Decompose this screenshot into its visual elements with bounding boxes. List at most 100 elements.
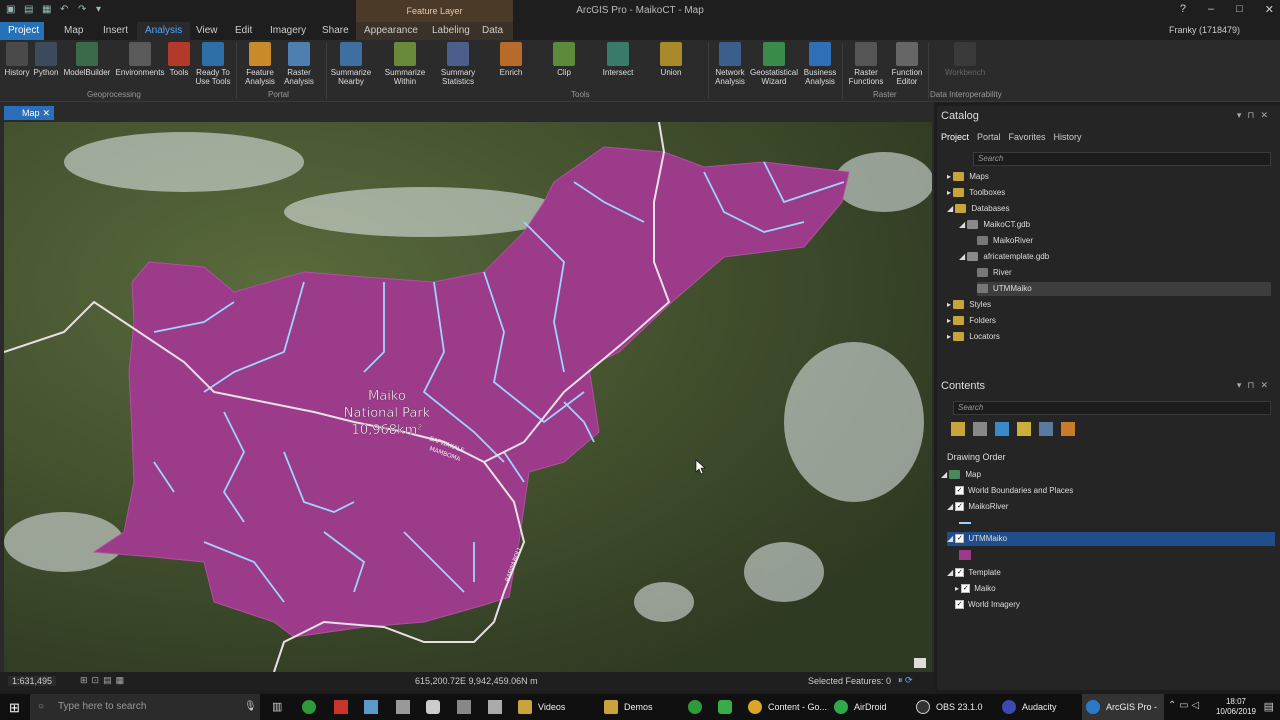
- taskbar-chrome[interactable]: Content - Go...: [744, 694, 828, 720]
- close-icon[interactable]: ✕: [42, 106, 50, 120]
- snapping-icon[interactable]: [1039, 422, 1053, 436]
- map-graphic[interactable]: Maiko National Park 10,968km² BAFWAKALE …: [4, 122, 932, 672]
- windows-start-icon[interactable]: ⊞: [9, 700, 20, 716]
- river-symbol[interactable]: [959, 522, 971, 524]
- taskbar-arcgis[interactable]: ArcGIS Pro - ...: [1082, 694, 1164, 720]
- catalog-item-maikoriver[interactable]: MaikoRiver: [977, 234, 1033, 248]
- layer-world-boundaries[interactable]: ✓ World Boundaries and Places: [955, 484, 1073, 498]
- taskbar-audacity[interactable]: Audacity: [998, 694, 1078, 720]
- layer-utmmaiko[interactable]: ◢ ✓ UTMMaiko: [947, 532, 1275, 546]
- microphone-icon[interactable]: 🎙: [244, 701, 257, 712]
- layer-map[interactable]: ◢ Map: [941, 468, 981, 482]
- history-button[interactable]: History: [3, 42, 31, 77]
- app-icon[interactable]: [426, 700, 440, 714]
- python-button[interactable]: Python: [32, 42, 60, 77]
- summarize-nearby-button[interactable]: Summarize Nearby: [330, 42, 372, 86]
- tab-edit[interactable]: Edit: [227, 22, 260, 40]
- app-icon[interactable]: [302, 700, 316, 714]
- summary-statistics-button[interactable]: Summary Statistics: [437, 42, 479, 86]
- geostatistical-wizard-button[interactable]: Geostatistical Wizard: [750, 42, 798, 86]
- tab-insert[interactable]: Insert: [95, 22, 136, 40]
- catalog-item-africatemplate-gdb[interactable]: ◢ africatemplate.gdb: [959, 250, 1049, 264]
- catalog-search-input[interactable]: Search: [973, 152, 1271, 166]
- app-icon[interactable]: [396, 700, 410, 714]
- scale-selector[interactable]: 1:631,495: [8, 676, 57, 686]
- minimize-button[interactable]: –: [1208, 3, 1214, 16]
- function-editor-button[interactable]: Function Editor: [888, 42, 926, 86]
- refresh-icon[interactable]: ⏸ ⟳: [898, 675, 913, 686]
- visibility-checkbox[interactable]: ✓: [955, 486, 964, 496]
- environments-button[interactable]: Environments: [114, 42, 166, 77]
- layer-world-imagery[interactable]: ✓ World Imagery: [955, 598, 1020, 612]
- catalog-item-toolboxes[interactable]: ▸ Toolboxes: [947, 186, 1005, 200]
- taskbar-demos[interactable]: Demos: [600, 694, 680, 720]
- map-tab[interactable]: Map ✕: [4, 106, 54, 120]
- raster-functions-button[interactable]: Raster Functions: [846, 42, 886, 86]
- app-icon[interactable]: [334, 700, 348, 714]
- tab-labeling[interactable]: Labeling: [424, 22, 474, 40]
- layer-template[interactable]: ◢ ✓ Template: [947, 566, 1001, 580]
- map-nav-tools-icon[interactable]: ⊞⊡▤▦: [80, 675, 128, 686]
- tab-map[interactable]: Map: [56, 22, 91, 40]
- catalog-tab-history[interactable]: History: [1054, 132, 1082, 142]
- task-view-icon[interactable]: ▥: [272, 700, 282, 713]
- data-source-icon[interactable]: [973, 422, 987, 436]
- visibility-checkbox[interactable]: ✓: [955, 568, 965, 578]
- app-icon[interactable]: [688, 700, 702, 714]
- catalog-item-utmmaiko[interactable]: UTMMaiko: [977, 282, 1271, 296]
- selected-features[interactable]: Selected Features: 0: [808, 676, 891, 686]
- close-button[interactable]: ✕: [1265, 3, 1274, 16]
- raster-analysis-button[interactable]: Raster Analysis: [280, 42, 318, 86]
- map-overview-icon[interactable]: [914, 658, 926, 668]
- workbench-button[interactable]: Workbench: [942, 42, 988, 77]
- taskbar-videos[interactable]: Videos: [514, 694, 594, 720]
- visibility-checkbox[interactable]: ✓: [961, 584, 971, 594]
- catalog-item-databases[interactable]: ◢ Databases: [947, 202, 1010, 216]
- summarize-within-button[interactable]: Summarize Within: [384, 42, 426, 86]
- app-icon[interactable]: [488, 700, 502, 714]
- modelbuilder-button[interactable]: ModelBuilder: [62, 42, 112, 77]
- visibility-checkbox[interactable]: ✓: [955, 600, 964, 610]
- map-canvas[interactable]: Maiko National Park 10,968km² BAFWAKALE …: [4, 122, 932, 672]
- tab-share[interactable]: Share: [314, 22, 357, 40]
- catalog-item-locators[interactable]: ▸ Locators: [947, 330, 1000, 344]
- taskbar-search-input[interactable]: ○ Type here to search: [30, 694, 260, 720]
- ready-to-use-tools-button[interactable]: Ready To Use Tools: [194, 42, 232, 86]
- network-analysis-button[interactable]: Network Analysis: [712, 42, 748, 86]
- catalog-tab-project[interactable]: Project: [941, 132, 969, 142]
- tab-imagery[interactable]: Imagery: [262, 22, 314, 40]
- app-icon[interactable]: [718, 700, 732, 714]
- catalog-item-maikoct-gdb[interactable]: ◢ MaikoCT.gdb: [959, 218, 1030, 232]
- help-icon[interactable]: ?: [1180, 3, 1186, 16]
- clip-button[interactable]: Clip: [550, 42, 578, 77]
- drawing-order-icon[interactable]: [951, 422, 965, 436]
- tab-analysis[interactable]: Analysis: [137, 22, 191, 40]
- layer-maiko[interactable]: ▸ ✓ Maiko: [955, 582, 996, 596]
- notifications-icon[interactable]: ▤: [1264, 700, 1274, 713]
- tab-view[interactable]: View: [188, 22, 226, 40]
- catalog-item-maps[interactable]: ▸ Maps: [947, 170, 989, 184]
- layer-maikoriver[interactable]: ◢ ✓ MaikoRiver: [947, 500, 1008, 514]
- tray-icons[interactable]: ⌃ ▭ ◁: [1168, 700, 1199, 711]
- feature-analysis-button[interactable]: Feature Analysis: [241, 42, 279, 86]
- union-button[interactable]: Union: [656, 42, 686, 77]
- tab-data[interactable]: Data: [474, 22, 513, 40]
- labeling-icon[interactable]: [1061, 422, 1075, 436]
- visibility-checkbox[interactable]: ✓: [955, 534, 965, 544]
- editing-icon[interactable]: [1017, 422, 1031, 436]
- selection-icon[interactable]: [995, 422, 1009, 436]
- park-symbol[interactable]: [959, 550, 971, 560]
- intersect-button[interactable]: Intersect: [600, 42, 636, 77]
- contents-search-input[interactable]: Search: [953, 401, 1271, 415]
- catalog-item-folders[interactable]: ▸ Folders: [947, 314, 996, 328]
- catalog-tab-portal[interactable]: Portal: [977, 132, 1001, 142]
- app-icon[interactable]: [364, 700, 378, 714]
- coordinate-readout[interactable]: 615,200.72E 9,942,459.06N m: [415, 676, 538, 686]
- visibility-checkbox[interactable]: ✓: [955, 502, 965, 512]
- tab-project[interactable]: Project: [0, 22, 44, 40]
- business-analysis-button[interactable]: Business Analysis: [802, 42, 838, 86]
- tools-button[interactable]: Tools: [167, 42, 191, 77]
- taskbar-obs[interactable]: OBS 23.1.0 (6...: [912, 694, 996, 720]
- tab-appearance[interactable]: Appearance: [356, 22, 424, 40]
- catalog-item-river[interactable]: River: [977, 266, 1012, 280]
